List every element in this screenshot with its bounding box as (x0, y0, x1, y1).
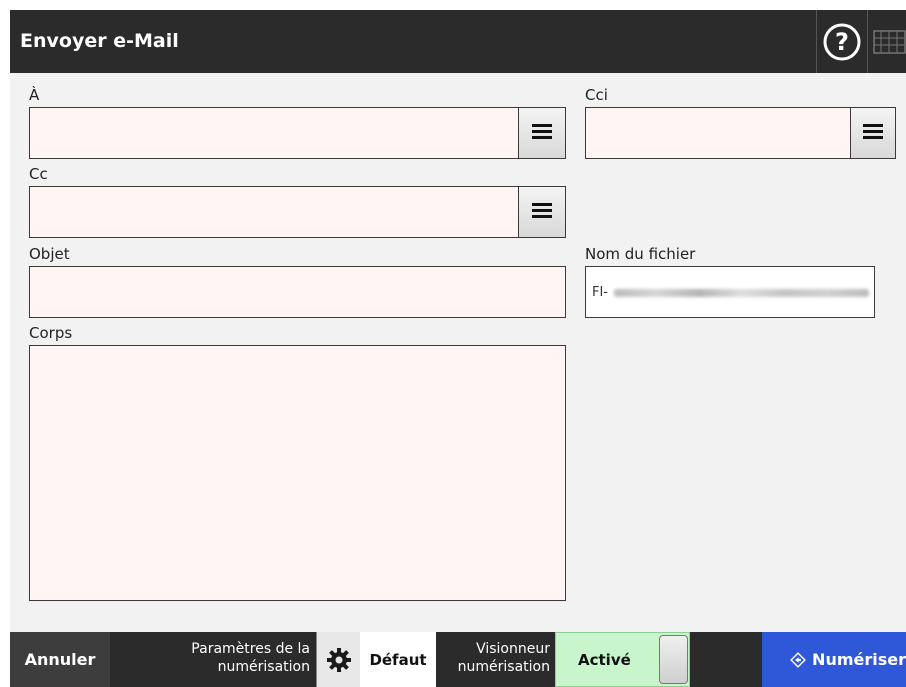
scan-settings-label-line2: numérisation (217, 659, 310, 675)
gear-icon (327, 647, 351, 672)
subject-label: Objet (29, 245, 70, 263)
viewer-toggle[interactable]: Activé (555, 632, 690, 687)
bcc-address-book-button[interactable] (850, 107, 896, 159)
cc-input[interactable] (29, 186, 519, 238)
list-icon (532, 203, 552, 218)
keyboard-icon (873, 29, 906, 54)
scan-button[interactable]: Numériser (762, 632, 906, 687)
viewer-label-line1: Visionneur (476, 641, 550, 657)
to-address-book-button[interactable] (518, 107, 566, 159)
cc-label: Cc (29, 165, 48, 183)
bcc-input[interactable] (585, 107, 851, 159)
scan-settings-label: Paramètres de la numérisation (160, 640, 310, 676)
body-textarea[interactable] (29, 345, 566, 601)
scan-settings-button[interactable] (316, 632, 361, 687)
to-input[interactable] (29, 107, 519, 159)
scan-settings-label-line1: Paramètres de la (191, 641, 310, 657)
filename-redacted (614, 289, 869, 297)
list-icon (532, 124, 552, 139)
diamond-arrow-icon (790, 651, 806, 668)
filename-prefix: FI- (592, 285, 609, 300)
viewer-label: Visionneur numérisation (440, 640, 550, 676)
keyboard-button[interactable] (867, 10, 906, 73)
cancel-button[interactable]: Annuler (10, 632, 110, 687)
subject-input[interactable] (29, 266, 566, 318)
help-button[interactable]: ? (816, 10, 868, 73)
help-circle-icon: ? (823, 23, 861, 60)
cc-address-book-button[interactable] (518, 186, 566, 238)
title-bar: Envoyer e-Mail ? (10, 10, 906, 73)
to-label: À (29, 86, 40, 104)
viewer-toggle-label: Activé (578, 651, 631, 669)
viewer-label-line2: numérisation (457, 659, 550, 675)
viewer-toggle-knob[interactable] (659, 635, 688, 684)
filename-label: Nom du fichier (585, 245, 696, 263)
list-icon (863, 124, 883, 139)
bcc-label: Cci (585, 86, 608, 104)
scan-button-label: Numériser (812, 650, 906, 669)
svg-text:?: ? (835, 28, 849, 56)
default-settings-button[interactable]: Défaut (360, 632, 436, 687)
filename-input[interactable]: FI- (585, 266, 875, 318)
email-window: Envoyer e-Mail ? À Cci Cc Objet Nom du f… (10, 10, 906, 687)
body-label: Corps (29, 324, 73, 342)
bottom-bar: Annuler Paramètres de la numérisation Dé… (10, 632, 906, 687)
window-title: Envoyer e-Mail (20, 30, 179, 52)
